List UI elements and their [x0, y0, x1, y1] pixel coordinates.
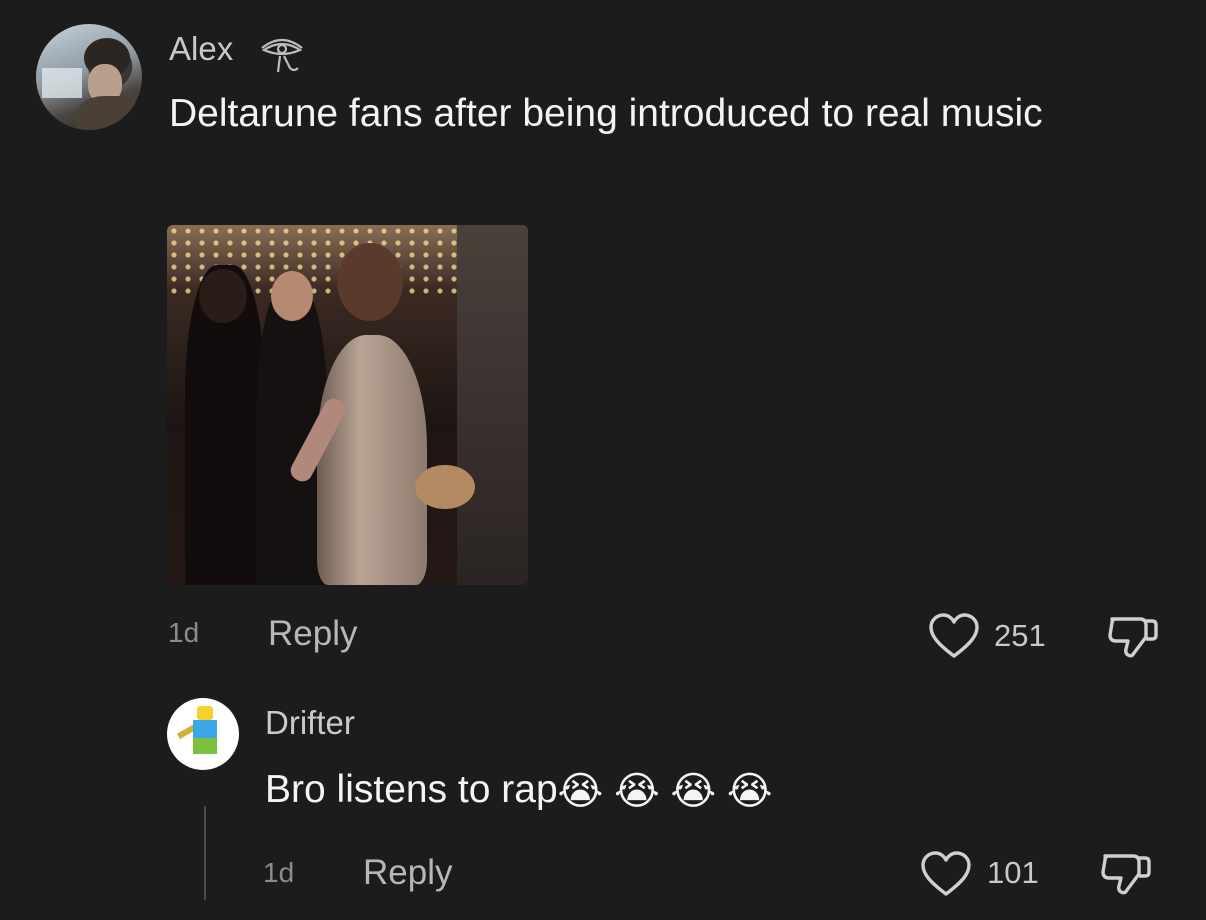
comment-body: Deltarune fans after being introduced to…	[169, 92, 1043, 135]
loudly-crying-emoji: 😭	[670, 770, 717, 814]
loudly-crying-emoji: 😭	[614, 770, 660, 814]
loudly-crying-emoji: 😭	[726, 770, 773, 814]
reply-body: Bro listens to rap😭 😭 😭 😭	[265, 758, 772, 823]
reply-like-count: 101	[987, 855, 1039, 890]
heart-outline-icon[interactable]	[920, 850, 972, 898]
thread-line	[204, 806, 206, 900]
heart-outline-icon[interactable]	[928, 612, 980, 660]
thumbs-down-icon[interactable]	[1099, 848, 1153, 900]
eye-of-horus-icon	[261, 38, 303, 73]
reply-timestamp: 1d	[263, 857, 295, 888]
alex-avatar[interactable]	[36, 24, 142, 130]
reply-text: Bro listens to rap	[265, 768, 558, 811]
comment-like-count: 251	[994, 618, 1046, 653]
comment-reply-button[interactable]: Reply	[268, 614, 357, 654]
thumbs-down-icon[interactable]	[1106, 611, 1160, 663]
loudly-crying-emoji: 😭	[557, 770, 604, 814]
reply-reply-button[interactable]: Reply	[363, 853, 452, 893]
comment-username[interactable]: Alex	[169, 30, 233, 68]
reply-username[interactable]: Drifter	[265, 704, 355, 742]
drifter-avatar[interactable]	[167, 698, 239, 770]
comment-photo[interactable]	[167, 225, 528, 585]
comment-timestamp: 1d	[168, 617, 200, 648]
